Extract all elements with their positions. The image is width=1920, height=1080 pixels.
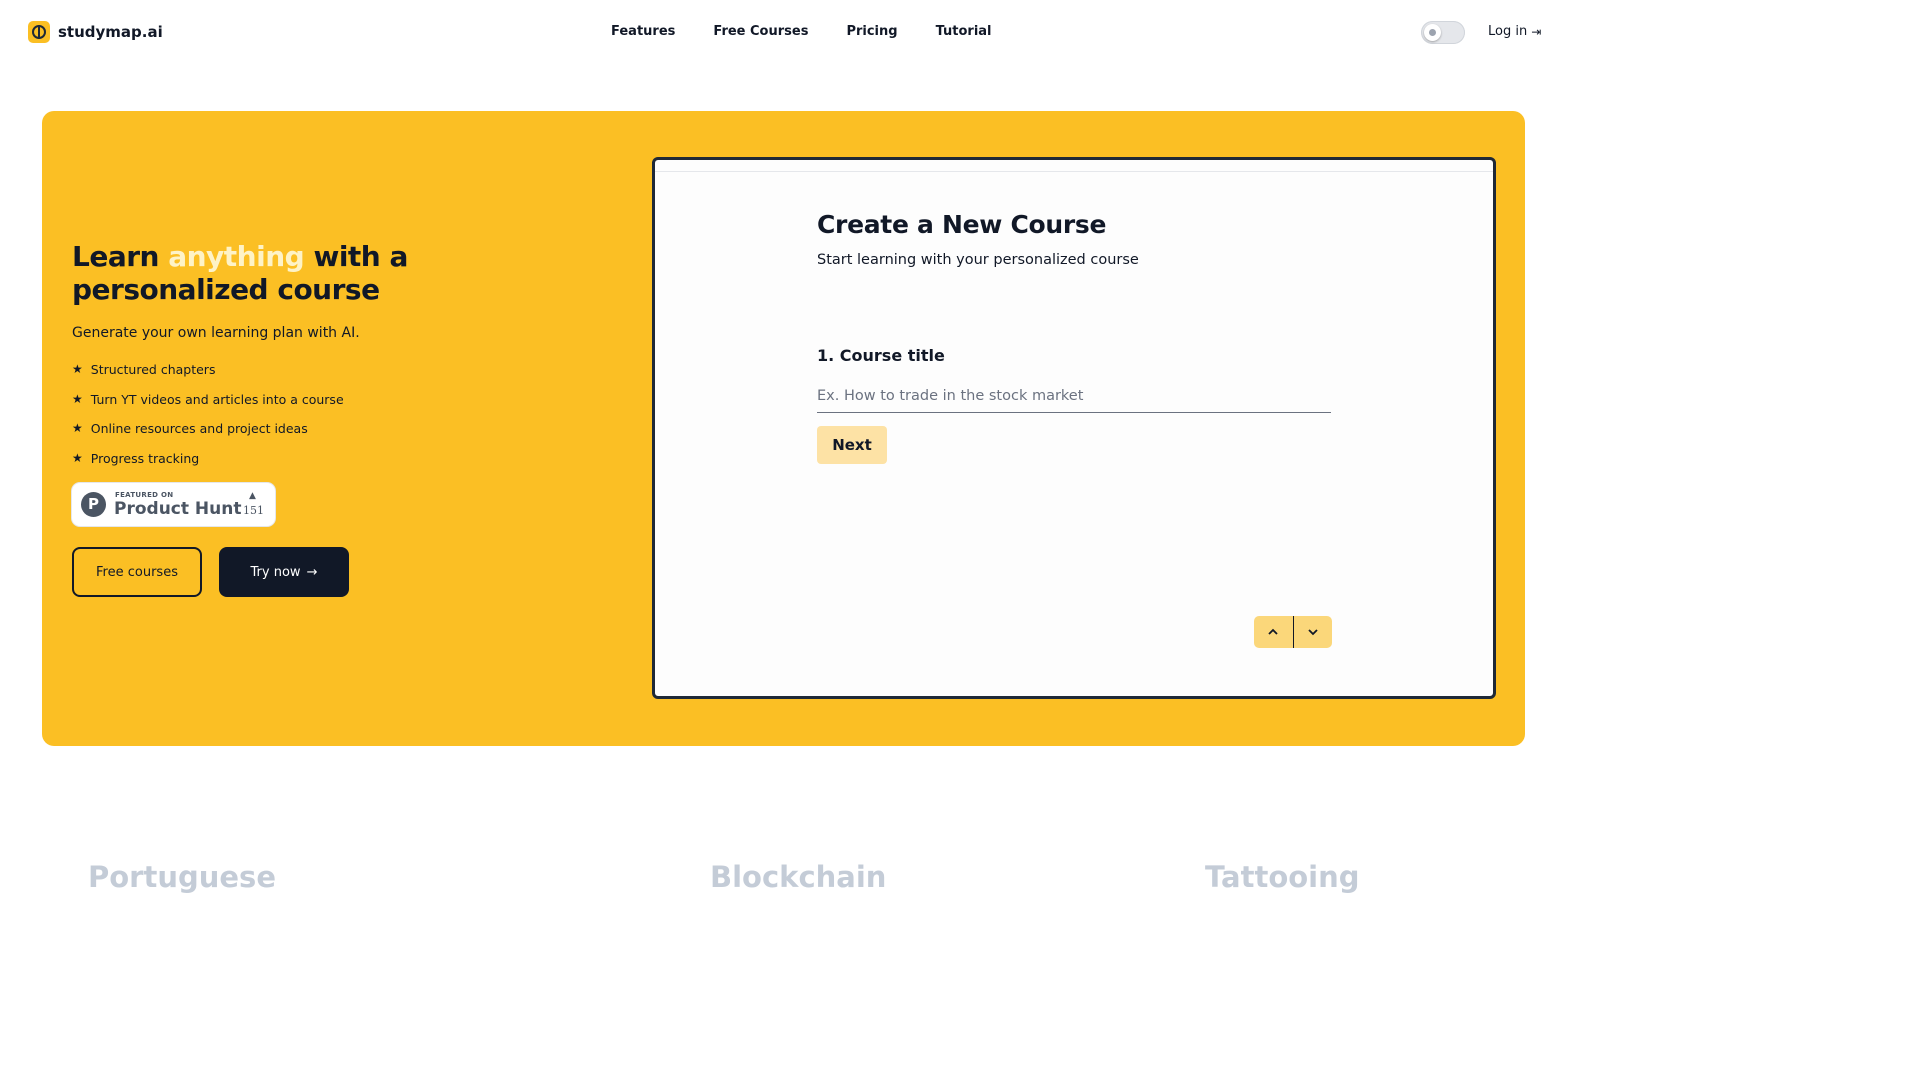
upvote-icon: ▲ [249,491,256,501]
form-title: Create a New Course [817,210,1107,239]
site-header: studymap.ai Features Free Courses Pricin… [0,0,1568,64]
card-divider [655,171,1493,172]
free-courses-button[interactable]: Free courses [72,547,202,597]
feature-label: Progress tracking [90,450,200,466]
sun-icon [1424,24,1441,41]
try-now-label: Try now [250,564,301,580]
list-item: ★ Online resources and project ideas [72,421,344,451]
chevron-up-icon[interactable] [1254,616,1293,648]
course-title-label: 1. Course title [817,346,945,365]
course-title-input[interactable] [817,380,1331,413]
login-label: Log in [1488,24,1528,39]
nav-item-tutorial[interactable]: Tutorial [936,24,992,39]
try-now-button[interactable]: Try now → [219,547,349,597]
hero-headline: Learn anything with a personalized cours… [72,240,572,306]
step-navigation [1254,616,1332,648]
brand-logo[interactable]: studymap.ai [28,21,163,43]
chevron-down-icon[interactable] [1292,616,1333,648]
product-hunt-logo-icon: P [81,492,106,517]
feature-list: ★ Structured chapters ★ Turn YT videos and… [72,362,344,480]
headline-part1: Learn [72,240,169,273]
product-hunt-badge[interactable]: P FEATURED ON Product Hunt ▲ 151 [72,483,275,526]
free-courses-label: Free courses [96,564,178,580]
next-button[interactable]: Next [817,426,887,464]
nav-item-free-courses[interactable]: Free Courses [713,24,808,39]
feature-label: Online resources and project ideas [90,421,308,436]
list-item: ★ Turn YT videos and articles into a cour… [72,392,344,422]
arrow-right-icon: → [306,564,318,580]
nav-item-features[interactable]: Features [611,24,675,39]
brand-name: studymap.ai [58,23,163,41]
list-item: ★ Progress tracking [72,451,344,481]
login-link[interactable]: Log in ⇥ [1488,24,1541,39]
form-subtitle: Start learning with your personalized co… [817,252,1139,268]
hero-subhead: Generate your own learning plan with AI. [72,325,360,341]
badge-count: 151 [243,504,264,517]
badge-featured-label: FEATURED ON [115,491,174,499]
login-icon: ⇥ [1531,24,1542,39]
star-icon: ★ [72,362,83,376]
feature-label: Structured chapters [90,362,216,377]
main-nav: Features Free Courses Pricing Tutorial [611,24,992,39]
star-icon: ★ [72,450,83,465]
marquee-topic: Blockchain [710,860,887,894]
theme-toggle[interactable] [1421,21,1465,44]
feature-label: Turn YT videos and articles into a cours… [90,391,344,407]
headline-accent: anything [168,240,305,273]
badge-name: Product Hunt [114,499,242,519]
nav-item-pricing[interactable]: Pricing [846,24,897,39]
star-icon: ★ [72,391,83,406]
list-item: ★ Structured chapters [72,362,344,392]
marquee-topic: Tattooing [1205,860,1360,894]
logo-icon [28,21,50,43]
marquee-topic: Portuguese [88,860,276,894]
course-form-card: Create a New Course Start learning with … [652,157,1496,699]
star-icon: ★ [72,421,83,435]
